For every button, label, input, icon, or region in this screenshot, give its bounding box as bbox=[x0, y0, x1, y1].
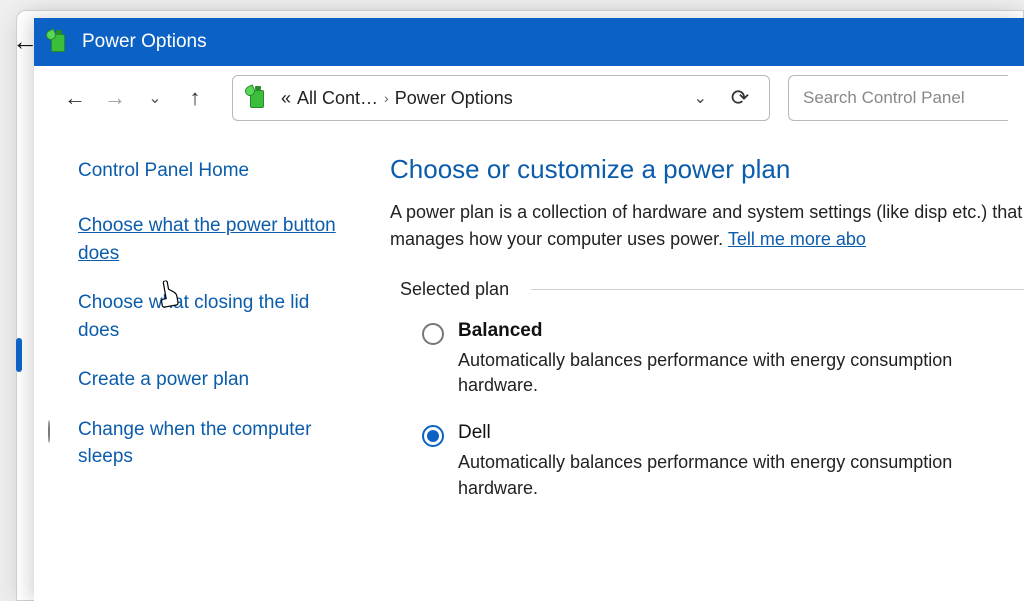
battery-icon bbox=[48, 30, 70, 54]
radio-button[interactable] bbox=[422, 425, 444, 447]
content-area: Control Panel Home Choose what the power… bbox=[34, 130, 1024, 601]
sidebar-home-link[interactable]: Control Panel Home bbox=[78, 160, 342, 182]
sidebar-link-label: Change when the computer sleeps bbox=[78, 419, 311, 468]
arrow-up-icon: ↑ bbox=[190, 85, 201, 111]
os-back-arrow[interactable]: ← bbox=[12, 28, 38, 54]
radio-button[interactable] bbox=[422, 323, 444, 345]
address-dropdown[interactable]: ⌄ bbox=[686, 88, 715, 108]
breadcrumb-segment[interactable]: All Cont… bbox=[297, 88, 378, 109]
moon-icon bbox=[48, 418, 70, 440]
arrow-right-icon: → bbox=[104, 85, 126, 111]
group-divider bbox=[531, 289, 1024, 290]
breadcrumb: « All Cont… › Power Options bbox=[281, 88, 676, 109]
window-title: Power Options bbox=[82, 31, 207, 53]
accent-bar bbox=[16, 338, 22, 372]
refresh-icon: ⟳ bbox=[731, 85, 749, 110]
chevron-down-icon: ⌄ bbox=[148, 88, 161, 108]
breadcrumb-prefix: « bbox=[281, 88, 291, 109]
plan-balanced[interactable]: Balanced Automatically balances performa… bbox=[422, 320, 1024, 398]
plan-name: Balanced bbox=[458, 320, 1024, 342]
plan-name: Dell bbox=[458, 422, 1024, 444]
nav-forward-button[interactable]: → bbox=[98, 81, 132, 115]
chevron-right-icon: › bbox=[384, 90, 389, 106]
selected-plan-group: Selected plan Balanced Automatically bal… bbox=[400, 279, 1024, 501]
plan-description: Automatically balances performance with … bbox=[458, 348, 1024, 398]
chevron-down-icon: ⌄ bbox=[694, 90, 707, 107]
main-panel: Choose or customize a power plan A power… bbox=[366, 130, 1024, 601]
sidebar-link-label: Choose what the power button does bbox=[78, 215, 336, 264]
titlebar: Power Options bbox=[34, 18, 1024, 66]
refresh-button[interactable]: ⟳ bbox=[725, 85, 755, 111]
sidebar-link-label: Create a power plan bbox=[78, 369, 249, 390]
sidebar-link-label: Choose what closing the lid does bbox=[78, 292, 309, 341]
sidebar-link-change-sleep[interactable]: Change when the computer sleeps bbox=[78, 416, 342, 471]
arrow-left-icon: ← bbox=[64, 85, 86, 111]
learn-more-link[interactable]: Tell me more abo bbox=[728, 229, 866, 249]
power-options-window: Power Options ← → ⌄ ↑ « All Cont bbox=[34, 18, 1024, 601]
page-heading: Choose or customize a power plan bbox=[390, 154, 1024, 185]
search-input[interactable] bbox=[803, 88, 994, 108]
plan-dell[interactable]: Dell Automatically balances performance … bbox=[422, 422, 1024, 500]
sidebar-link-closing-lid[interactable]: Choose what closing the lid does bbox=[78, 289, 342, 344]
group-legend: Selected plan bbox=[400, 279, 521, 300]
description-text: A power plan is a collection of hardware… bbox=[390, 202, 1022, 249]
sidebar: Control Panel Home Choose what the power… bbox=[34, 130, 366, 601]
breadcrumb-segment[interactable]: Power Options bbox=[395, 88, 513, 109]
nav-up-button[interactable]: ↑ bbox=[178, 81, 212, 115]
nav-back-button[interactable]: ← bbox=[58, 81, 92, 115]
plan-body: Dell Automatically balances performance … bbox=[458, 422, 1024, 500]
group-header: Selected plan bbox=[400, 279, 1024, 300]
toolbar: ← → ⌄ ↑ « All Cont… › Power Options bbox=[34, 66, 1024, 130]
page-description: A power plan is a collection of hardware… bbox=[390, 199, 1024, 253]
address-bar[interactable]: « All Cont… › Power Options ⌄ ⟳ bbox=[232, 75, 770, 121]
plan-description: Automatically balances performance with … bbox=[458, 450, 1024, 500]
plan-body: Balanced Automatically balances performa… bbox=[458, 320, 1024, 398]
control-panel-icon bbox=[247, 86, 271, 110]
sidebar-link-power-button[interactable]: Choose what the power button does bbox=[78, 212, 342, 267]
nav-history-dropdown[interactable]: ⌄ bbox=[138, 81, 172, 115]
search-bar[interactable] bbox=[788, 75, 1008, 121]
sidebar-link-create-plan[interactable]: Create a power plan bbox=[78, 366, 342, 394]
